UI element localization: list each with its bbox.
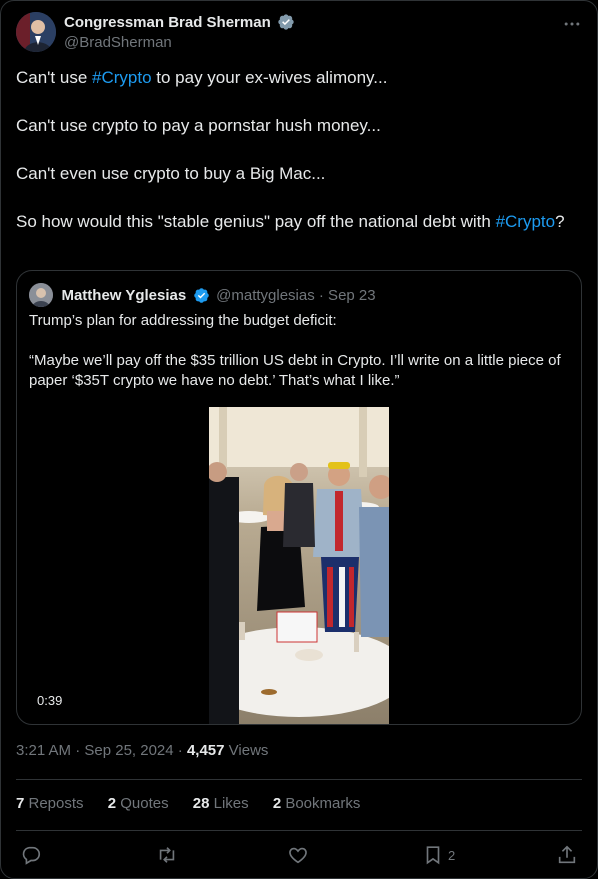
quoted-paragraph: Trump’s plan for addressing the budget d…	[29, 312, 337, 329]
share-icon	[558, 845, 576, 864]
video-player[interactable]	[209, 407, 389, 724]
bookmarks-stat[interactable]: 2 Bookmarks	[273, 795, 361, 812]
bookmarks-label: Bookmarks	[281, 795, 361, 812]
verified-badge-icon	[278, 14, 294, 30]
bookmark-button[interactable]: 2	[422, 843, 455, 867]
quoted-tweet-body: Trump’s plan for addressing the budget d…	[29, 311, 569, 411]
like-icon	[289, 847, 307, 864]
bookmark-icon	[426, 846, 440, 865]
more-icon[interactable]	[562, 14, 582, 34]
author-block: Congressman Brad Sherman @BradSherman	[64, 13, 295, 51]
share-button[interactable]	[556, 843, 578, 867]
quoted-handle-date[interactable]: @mattyglesias · Sep 23	[216, 287, 375, 304]
reposts-stat[interactable]: 7 Reposts	[16, 795, 84, 812]
avatar[interactable]	[16, 12, 56, 52]
tweet-meta: 3:21 AM · Sep 25, 2024 · 4,457 Views	[16, 742, 268, 759]
quoted-avatar[interactable]	[29, 283, 53, 307]
quotes-label: Quotes	[116, 795, 169, 812]
quoted-tweet-header: Matthew Yglesias @mattyglesias · Sep 23	[29, 283, 376, 307]
tweet-line: Can't use crypto to pay a pornstar hush …	[16, 116, 381, 135]
hashtag-link[interactable]: #Crypto	[92, 68, 152, 87]
like-button[interactable]	[287, 843, 309, 867]
divider	[16, 779, 582, 780]
retweet-icon	[159, 847, 175, 863]
divider	[16, 830, 582, 831]
action-bar: 2	[16, 840, 582, 870]
bookmark-count: 2	[448, 847, 456, 863]
reposts-label: Reposts	[24, 795, 84, 812]
tweet-text-segment: ?	[555, 212, 565, 231]
retweet-button[interactable]	[156, 843, 178, 867]
reply-icon	[22, 846, 41, 865]
views-count: 4,457	[186, 742, 225, 759]
author-handle[interactable]: @BradSherman	[64, 34, 295, 51]
quotes-count: 2	[107, 795, 117, 812]
hashtag-link[interactable]: #Crypto	[496, 212, 556, 231]
tweet-line: Can't even use crypto to buy a Big Mac..…	[16, 164, 326, 183]
video-duration: 0:39	[29, 691, 71, 710]
tweet-text-segment: So how would this "stable genius" pay of…	[16, 212, 496, 231]
tweet-line: So how would this "stable genius" pay of…	[16, 210, 582, 234]
tweet-text-segment: to pay your ex-wives alimony...	[151, 68, 388, 87]
bookmarks-count: 2	[272, 795, 282, 812]
likes-stat[interactable]: 28 Likes	[193, 795, 249, 812]
quotes-stat[interactable]: 2 Quotes	[108, 795, 169, 812]
author-name[interactable]: Congressman Brad Sherman	[64, 14, 271, 31]
tweet-line: Can't use #Crypto to pay your ex-wives a…	[16, 66, 582, 90]
tweet-header: Congressman Brad Sherman @BradSherman	[16, 12, 582, 56]
quoted-paragraph: “Maybe we’ll pay off the $35 trillion US…	[29, 352, 561, 389]
likes-count: 28	[192, 795, 210, 812]
views-label: Views	[224, 742, 269, 759]
reply-button[interactable]	[20, 843, 42, 867]
tweet-text-segment: Can't use	[16, 68, 93, 87]
video-thumbnail	[209, 407, 389, 724]
quoted-tweet[interactable]: Matthew Yglesias @mattyglesias · Sep 23 …	[16, 270, 582, 725]
tweet-timestamp[interactable]: 3:21 AM · Sep 25, 2024 ·	[16, 742, 187, 759]
tweet-body: Can't use #Crypto to pay your ex-wives a…	[16, 66, 582, 258]
verified-badge-icon	[193, 287, 209, 303]
likes-label: Likes	[209, 795, 249, 812]
engagement-stats: 7 Reposts 2 Quotes 28 Likes 2 Bookmarks	[16, 795, 380, 812]
quoted-author-name[interactable]: Matthew Yglesias	[61, 287, 186, 304]
